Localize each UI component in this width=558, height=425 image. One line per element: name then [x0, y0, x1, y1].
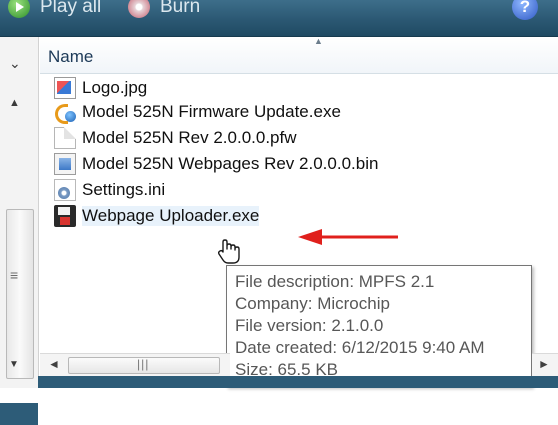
file-name: Model 525N Webpages Rev 2.0.0.0.bin [82, 154, 379, 173]
ini-file-icon [54, 179, 76, 201]
blank-file-icon [54, 127, 76, 149]
help-glyph: ? [519, 0, 531, 16]
horizontal-scrollbar-end[interactable]: ► [532, 353, 558, 376]
file-row[interactable]: Model 525N Rev 2.0.0.0.pfw [44, 125, 544, 151]
toolbar: Play all Burn ? [0, 0, 558, 37]
file-list: Logo.jpg Model 525N Firmware Update.exe … [44, 77, 544, 229]
tooltip-version: File version: 2.1.0.0 [235, 316, 384, 335]
mouse-cursor-icon [217, 239, 240, 264]
burn-label: Burn [160, 0, 201, 17]
nav-scrollbar-thumb[interactable] [6, 209, 34, 379]
scroll-up-icon[interactable]: ▲ [9, 97, 20, 109]
navigation-pane: ⌄ ▲ ≡ ▼ [0, 37, 39, 425]
tooltip-description: File description: MPFS 2.1 [235, 272, 435, 291]
horizontal-scrollbar[interactable]: ◄ ||| [40, 353, 230, 376]
chevron-down-icon[interactable]: ⌄ [9, 55, 21, 72]
scroll-right-icon[interactable]: ► [538, 357, 550, 371]
horizontal-scrollbar-thumb[interactable]: ||| [68, 357, 220, 374]
file-name: Logo.jpg [82, 78, 148, 97]
column-header-name[interactable]: ▲ Name [40, 36, 558, 74]
tooltip-date-created: Date created: 6/12/2015 9:40 AM [235, 338, 485, 357]
scroll-grip-icon: ||| [137, 357, 150, 371]
play-icon [8, 0, 30, 18]
burn-button[interactable]: Burn [128, 0, 200, 22]
file-row[interactable]: Settings.ini [44, 177, 544, 203]
window-bottom-strip [38, 376, 558, 388]
file-row[interactable]: Model 525N Firmware Update.exe [44, 99, 544, 125]
file-name: Settings.ini [82, 180, 166, 199]
disc-icon [128, 0, 150, 18]
file-row-hovered[interactable]: Webpage Uploader.exe [44, 203, 544, 229]
file-name: Webpage Uploader.exe [82, 206, 260, 226]
jpg-file-icon [54, 77, 76, 99]
scroll-down-icon[interactable]: ▼ [9, 359, 19, 370]
play-all-button[interactable]: Play all [8, 0, 101, 22]
file-row[interactable]: Logo.jpg [44, 77, 544, 99]
column-name-label: Name [48, 47, 94, 66]
file-name: Model 525N Rev 2.0.0.0.pfw [82, 128, 297, 147]
bin-file-icon [54, 153, 76, 175]
play-all-label: Play all [40, 0, 102, 17]
floppy-exe-icon [54, 205, 76, 227]
scroll-left-icon[interactable]: ◄ [48, 357, 60, 371]
file-row[interactable]: Model 525N Webpages Rev 2.0.0.0.bin [44, 151, 544, 177]
scroll-grip-icon: ≡ [10, 267, 19, 283]
tooltip-company: Company: Microchip [235, 294, 390, 313]
file-name: Model 525N Firmware Update.exe [82, 102, 341, 121]
help-icon[interactable]: ? [512, 0, 538, 20]
exe-file-icon [54, 101, 76, 124]
file-info-tooltip: File description: MPFS 2.1 Company: Micr… [226, 265, 532, 387]
arrow-head [298, 229, 322, 245]
nav-bottom-strip [0, 403, 38, 425]
sort-ascending-icon: ▲ [314, 36, 323, 46]
red-arrow-annotation [298, 229, 398, 245]
